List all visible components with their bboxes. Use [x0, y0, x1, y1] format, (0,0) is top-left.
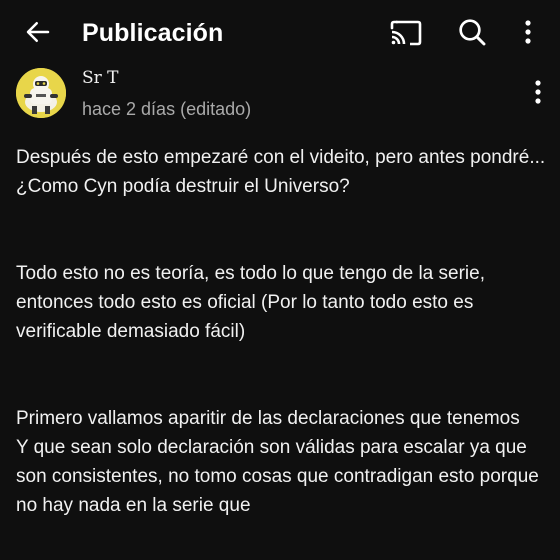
post-paragraph: Primero vallamos aparitir de las declara… [16, 408, 539, 516]
arrow-left-icon [23, 17, 53, 52]
search-button[interactable] [452, 14, 492, 54]
post-paragraph: Después de esto empezaré con el videito,… [16, 147, 546, 197]
app-bar: Publicación [0, 0, 560, 66]
post-body: Después de esto empezaré con el videito,… [16, 143, 546, 520]
back-button[interactable] [18, 14, 58, 54]
search-icon [456, 16, 488, 53]
more-vertical-icon [524, 19, 532, 50]
author-name[interactable]: Sr T [82, 66, 119, 90]
cast-icon [389, 17, 423, 52]
cast-button[interactable] [386, 14, 426, 54]
post-paragraph: Todo esto no es teoría, es todo lo que t… [16, 263, 491, 342]
post-timestamp: hace 2 días (editado) [82, 99, 252, 119]
page-title: Publicación [82, 19, 224, 47]
more-vertical-icon [534, 79, 542, 110]
more-options-button[interactable] [508, 14, 548, 54]
avatar[interactable] [16, 68, 66, 118]
post-more-button[interactable] [522, 74, 554, 114]
post-header: Sr T hace 2 días (editado) [0, 62, 560, 126]
